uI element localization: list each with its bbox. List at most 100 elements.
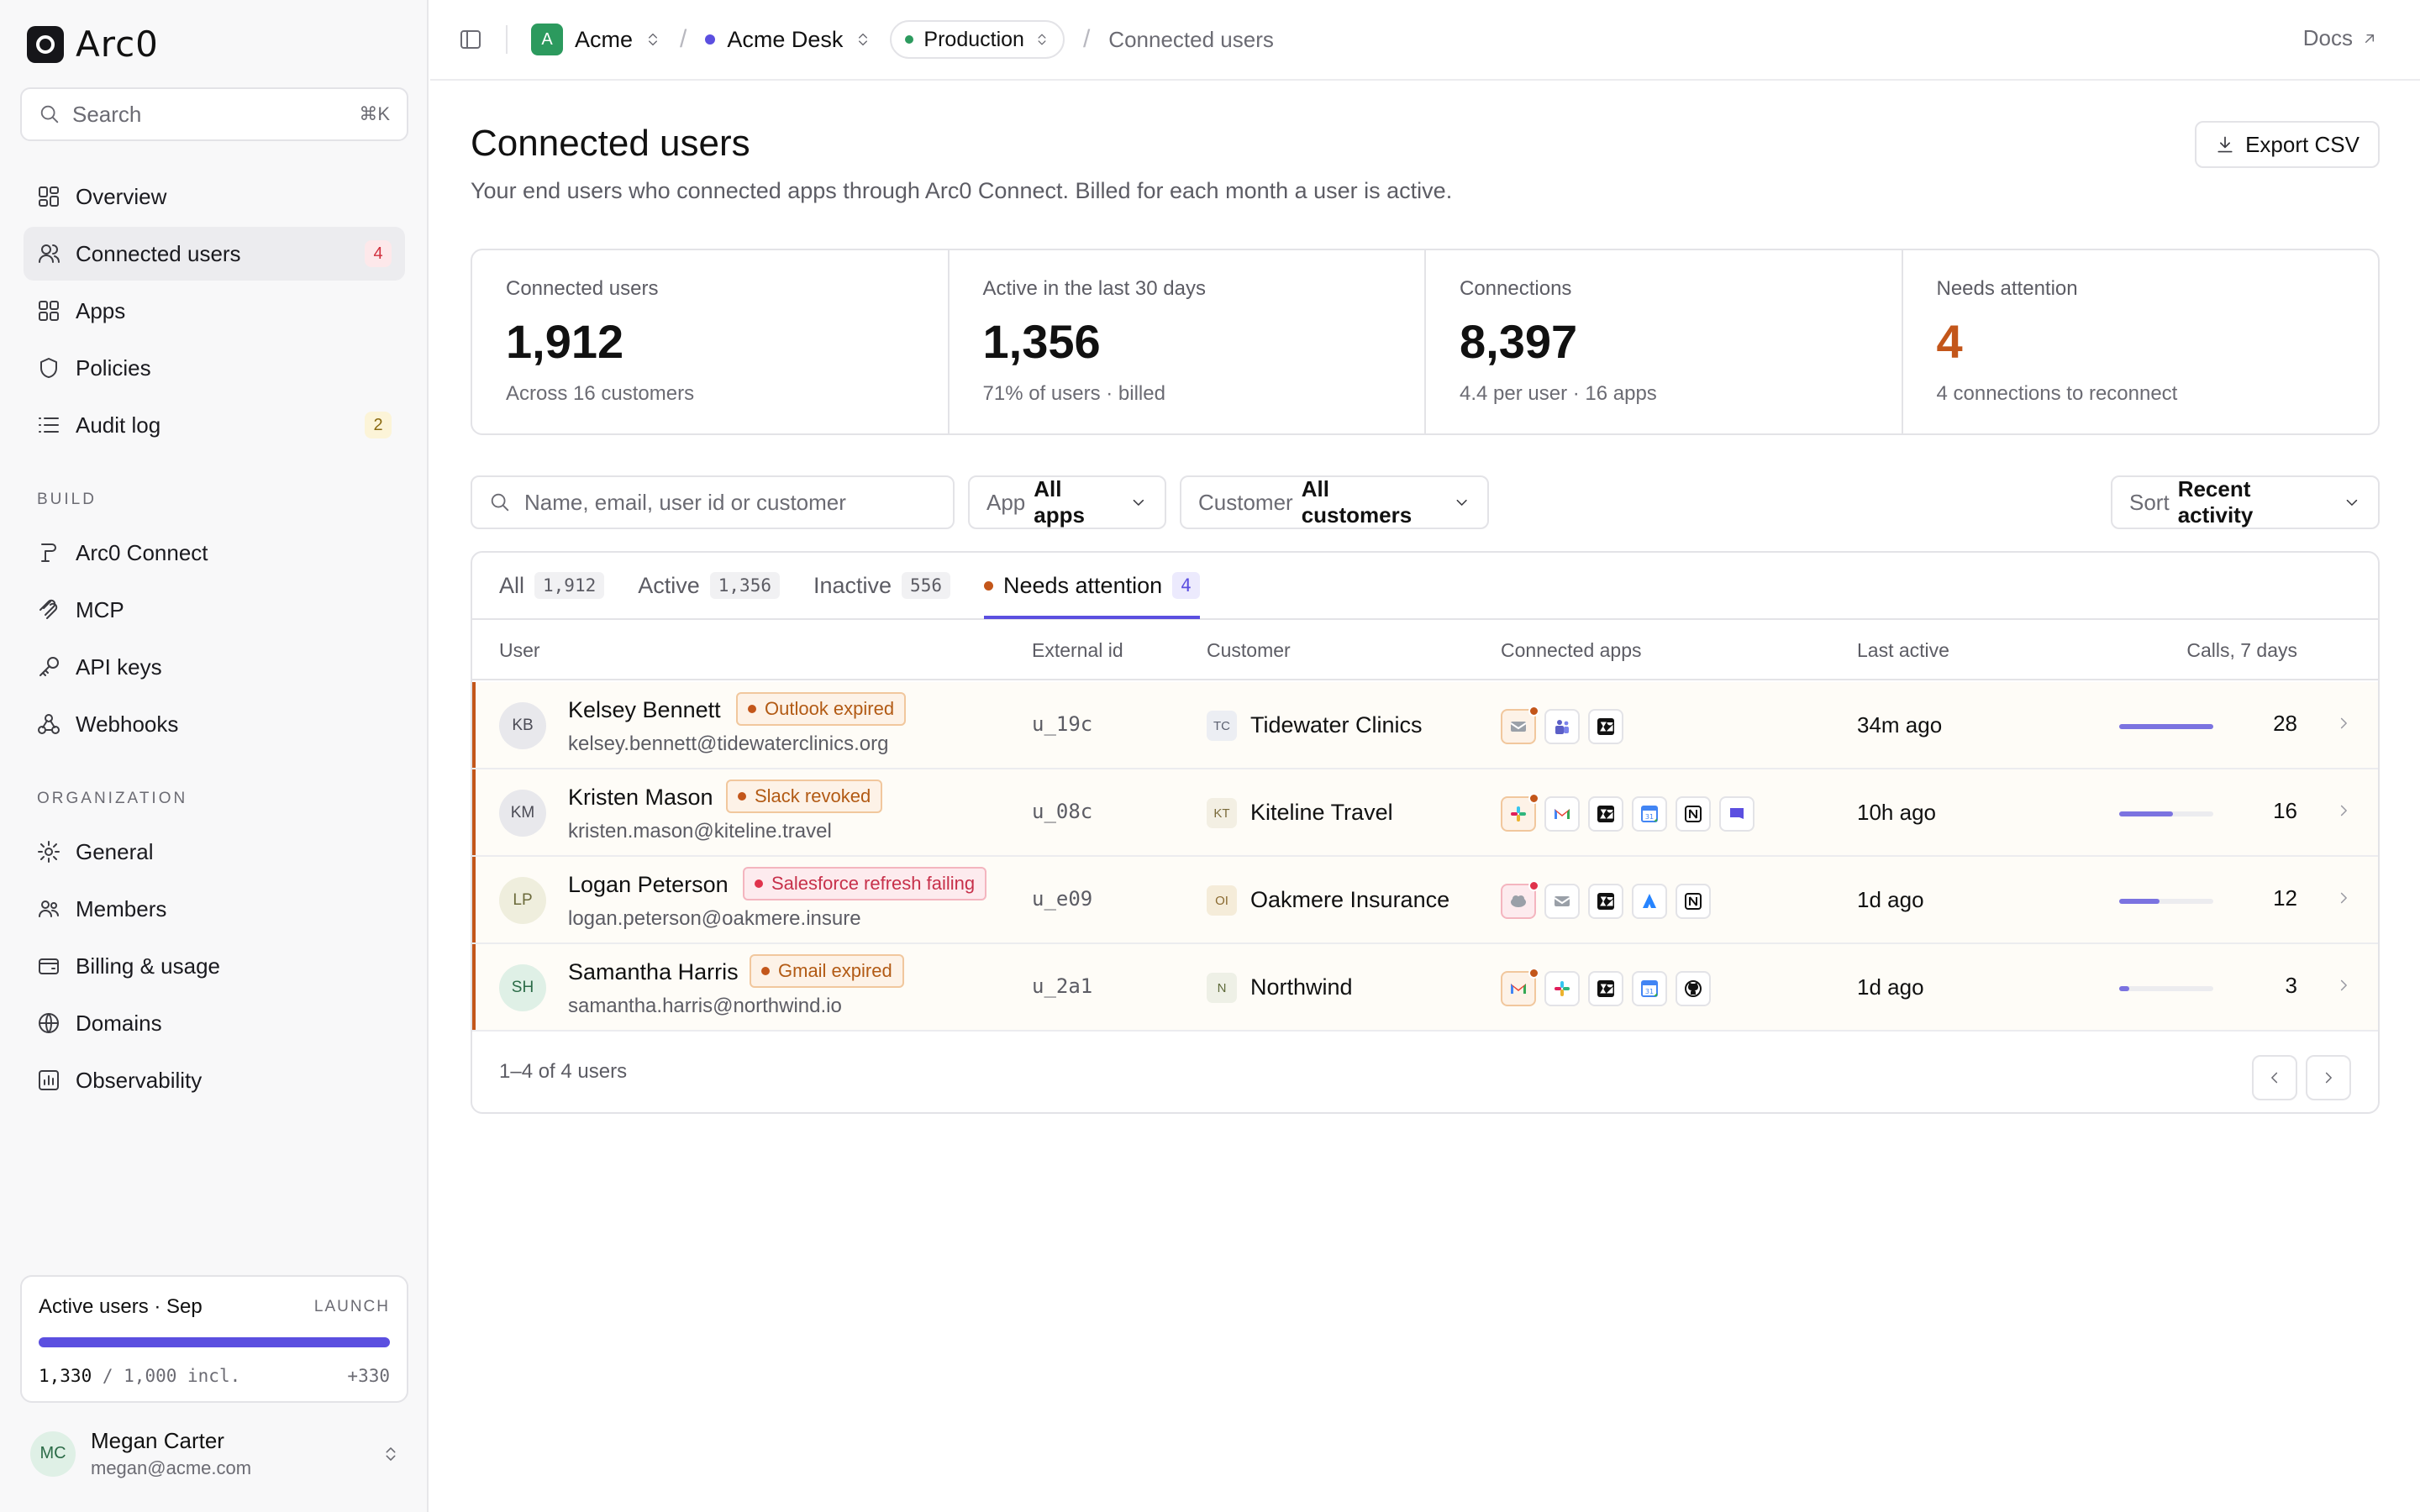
tab-count: 4 bbox=[1172, 572, 1200, 599]
table-row[interactable]: KM Kristen Mason Slack revoked kristen.maso… bbox=[472, 769, 2378, 857]
table-row[interactable]: KB Kelsey Bennett Outlook expired kelsey.be… bbox=[472, 682, 2378, 769]
calendar-icon: 31 bbox=[1632, 971, 1667, 1006]
sidebar-item-overview[interactable]: Overview bbox=[24, 170, 405, 223]
export-csv-button[interactable]: Export CSV bbox=[2195, 121, 2380, 168]
key-icon bbox=[39, 657, 59, 676]
gmail-icon bbox=[1544, 796, 1580, 832]
section-label-build: BUILD bbox=[37, 491, 97, 508]
warning-dot bbox=[1528, 793, 1539, 804]
sidebar-item-general[interactable]: General bbox=[24, 825, 405, 879]
sidebar-item-apps[interactable]: Apps bbox=[24, 284, 405, 338]
external-id: u_2a1 bbox=[1032, 974, 1093, 998]
tab-active[interactable]: Active 1,356 bbox=[638, 553, 780, 619]
project-switcher[interactable]: Acme Desk bbox=[705, 27, 871, 53]
issue-badge: Outlook expired bbox=[736, 692, 907, 726]
col-connected-apps[interactable]: Connected apps bbox=[1501, 639, 1642, 662]
user-name: Kristen Mason bbox=[568, 785, 713, 810]
sidebar-item-label: Domains bbox=[76, 1010, 162, 1036]
calls-bar bbox=[2119, 811, 2213, 816]
sort-dropdown[interactable]: Sort Recent activity bbox=[2111, 475, 2380, 529]
col-calls[interactable]: Calls, 7 days bbox=[2186, 639, 2297, 662]
sidebar-item-label: Billing & usage bbox=[76, 953, 220, 979]
sidebar-search[interactable]: Search ⌘K bbox=[20, 87, 408, 141]
outlook-icon bbox=[1501, 706, 1539, 744]
count-badge: 4 bbox=[365, 240, 392, 267]
stat-label: Needs attention bbox=[1936, 277, 2078, 300]
users-icon bbox=[39, 244, 60, 263]
col-user[interactable]: User bbox=[499, 639, 540, 662]
col-external-id[interactable]: External id bbox=[1032, 639, 1123, 662]
customer-avatar: KT bbox=[1207, 798, 1237, 828]
calls-bar bbox=[2119, 899, 2213, 904]
calls-count: 16 bbox=[2273, 798, 2297, 823]
tab-needs-attention[interactable]: Needs attention 4 bbox=[983, 553, 1200, 619]
sidebar-item-policies[interactable]: Policies bbox=[24, 341, 405, 395]
customer-filter-dropdown[interactable]: Customer All customers bbox=[1180, 475, 1489, 529]
sidebar-item-audit-log[interactable]: Audit log 2 bbox=[24, 398, 405, 452]
zendesk-icon bbox=[1588, 796, 1623, 832]
avatar: MC bbox=[30, 1431, 76, 1477]
chevron-right-icon bbox=[2340, 805, 2347, 816]
col-customer[interactable]: Customer bbox=[1207, 639, 1291, 662]
sidebar-item-connected-users[interactable]: Connected users 4 bbox=[24, 227, 405, 281]
sidebar-item-mcp[interactable]: MCP bbox=[24, 583, 405, 637]
issue-dot bbox=[738, 792, 746, 801]
env-status-dot bbox=[905, 35, 914, 44]
breadcrumb-current: Connected users bbox=[1108, 26, 1274, 52]
col-last-active[interactable]: Last active bbox=[1857, 639, 1949, 662]
sidebar-item-webhooks[interactable]: Webhooks bbox=[24, 697, 405, 751]
gmail-icon bbox=[1501, 968, 1539, 1006]
chevron-updown-icon bbox=[386, 1446, 396, 1461]
prev-page-button[interactable] bbox=[2252, 1055, 2297, 1100]
gear-icon bbox=[38, 841, 60, 863]
table-row[interactable]: SH Samantha Harris Gmail expired samantha.h… bbox=[472, 944, 2378, 1032]
app-filter-dropdown[interactable]: App All apps bbox=[968, 475, 1166, 529]
table-search-input[interactable]: Name, email, user id or customer bbox=[471, 475, 955, 529]
tab-all[interactable]: All 1,912 bbox=[499, 553, 605, 619]
usage-card[interactable]: Active users · Sep LAUNCH 1,330 / 1,000 … bbox=[20, 1275, 408, 1403]
sidebar-item-label: Connected users bbox=[76, 240, 241, 266]
sidebar-item-members[interactable]: Members bbox=[24, 882, 405, 936]
calls-bar bbox=[2119, 724, 2213, 729]
sidebar-item-observability[interactable]: Observability bbox=[24, 1053, 405, 1107]
salesforce-icon bbox=[1501, 880, 1539, 919]
sidebar-toggle-icon[interactable] bbox=[459, 28, 482, 51]
calendar-icon: 31 bbox=[1632, 796, 1667, 832]
sidebar-item-billing[interactable]: Billing & usage bbox=[24, 939, 405, 993]
intercom-icon bbox=[1719, 796, 1754, 832]
table-row[interactable]: LP Logan Peterson Salesforce refresh faili… bbox=[472, 857, 2378, 944]
issue-badge: Slack revoked bbox=[726, 780, 883, 813]
calls-bar-fill bbox=[2119, 811, 2173, 816]
sidebar-item-label: Members bbox=[76, 895, 167, 921]
docs-link[interactable]: Docs bbox=[2303, 25, 2378, 51]
tab-inactive[interactable]: Inactive 556 bbox=[813, 553, 950, 619]
filter-key: Customer bbox=[1198, 489, 1293, 515]
filter-value: Recent activity bbox=[2177, 476, 2254, 528]
warning-dot bbox=[1528, 968, 1539, 979]
customer-avatar: OI bbox=[1207, 885, 1237, 916]
stats-panel: Connected users 1,912 Across 16 customer… bbox=[471, 249, 2380, 435]
customer-name: Northwind bbox=[1250, 974, 1353, 1000]
org-switcher[interactable]: A Acme bbox=[531, 24, 661, 55]
top-bar: A Acme / Acme Desk Production / Connecte… bbox=[430, 0, 2420, 81]
plan-tag: LAUNCH bbox=[313, 1298, 390, 1315]
next-page-button[interactable] bbox=[2306, 1055, 2351, 1100]
org-name: Acme bbox=[575, 26, 634, 52]
customer-avatar: TC bbox=[1207, 711, 1237, 741]
environment-switcher[interactable]: Production bbox=[890, 20, 1065, 59]
env-name: Production bbox=[923, 27, 1024, 51]
brand-logo[interactable]: Arc0 bbox=[27, 24, 159, 65]
notion-icon bbox=[1676, 884, 1711, 919]
table-footer: 1–4 of 4 users bbox=[472, 1030, 2378, 1112]
warning-dot bbox=[1528, 880, 1539, 891]
user-name: Kelsey Bennett bbox=[568, 697, 721, 722]
sidebar-item-api-keys[interactable]: API keys bbox=[24, 640, 405, 694]
sidebar-item-domains[interactable]: Domains bbox=[24, 996, 405, 1050]
connected-apps bbox=[1501, 706, 1632, 744]
user-profile[interactable]: MC Megan Carter megan@acme.com bbox=[30, 1428, 400, 1479]
last-active: 1d ago bbox=[1857, 887, 1924, 912]
slack-icon bbox=[1501, 793, 1539, 832]
sidebar-item-arc0-connect[interactable]: Arc0 Connect bbox=[24, 526, 405, 580]
section-label-organization: ORGANIZATION bbox=[37, 790, 188, 807]
tab-count: 556 bbox=[902, 572, 950, 599]
